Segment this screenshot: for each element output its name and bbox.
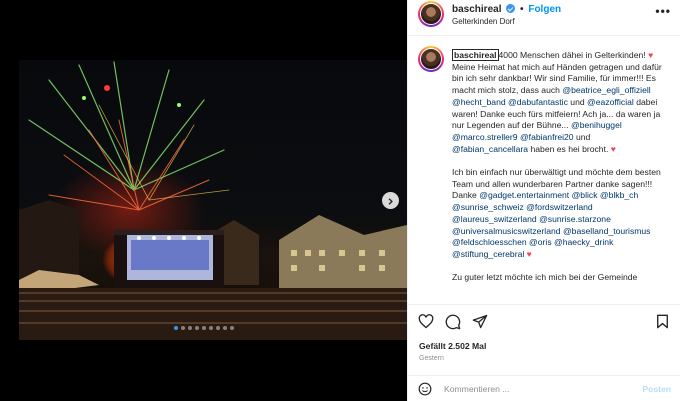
- caption-text: baschireal 4000 Menschen dähei in Gelterk…: [452, 49, 668, 284]
- mention-link[interactable]: @benihuggel: [571, 120, 622, 130]
- mention-link[interactable]: @fordswitzerland: [526, 202, 593, 212]
- next-slide-button[interactable]: [382, 192, 399, 209]
- mention-link[interactable]: @laureus_switzerland: [452, 214, 537, 224]
- mention-link[interactable]: @sunrise.starzone: [539, 214, 611, 224]
- username-link[interactable]: baschireal: [452, 4, 501, 15]
- mention-link[interactable]: @blick: [572, 190, 598, 200]
- mention-link[interactable]: @baselland_tourismus: [563, 226, 651, 236]
- heart-emoji: ♥: [526, 248, 532, 259]
- post-timestamp[interactable]: Gestern: [419, 355, 444, 362]
- share-icon[interactable]: [472, 314, 488, 334]
- comment-input[interactable]: [444, 382, 624, 396]
- chevron-right-icon: [387, 192, 394, 210]
- mention-link[interactable]: @haecky_drink: [554, 237, 613, 247]
- mention-link[interactable]: @fabian_cancellara: [452, 144, 528, 154]
- mention-link[interactable]: @marco.streller9: [452, 132, 518, 142]
- mention-link[interactable]: @fabianfrei20: [520, 132, 574, 142]
- carousel-dot: [180, 326, 185, 330]
- heart-emoji: ♥: [648, 50, 654, 60]
- mention-link[interactable]: @beatrice_egli_offiziell: [562, 85, 650, 95]
- mention-link[interactable]: @blkb_ch: [600, 190, 638, 200]
- heart-icon[interactable]: [418, 314, 434, 334]
- carousel-indicator: [0, 326, 407, 330]
- caption-username[interactable]: baschireal: [452, 49, 499, 61]
- header-username-row: baschireal • Folgen: [452, 4, 561, 15]
- carousel-dot: [194, 326, 199, 330]
- mention-link[interactable]: @dabufantastic: [508, 97, 568, 107]
- heart-emoji: ♥: [610, 143, 616, 154]
- mention-link[interactable]: @universalmusicswitzerland: [452, 226, 561, 236]
- caption-segment: und: [567, 96, 588, 107]
- avatar[interactable]: [418, 1, 444, 27]
- caption-segment: Zu guter letzt möchte ich mich bei der G…: [452, 272, 638, 283]
- mention-link[interactable]: @hecht_band: [452, 97, 506, 107]
- caption-avatar[interactable]: [418, 46, 444, 72]
- mention-link[interactable]: @eazofficial: [587, 97, 634, 107]
- comment-bar: Posten: [408, 375, 680, 401]
- carousel-dot: [215, 326, 220, 330]
- caption-segment: haben es hei brocht.: [528, 143, 611, 154]
- likes-count[interactable]: Gefällt 2.502 Mal: [419, 341, 486, 351]
- post-media: [0, 0, 407, 401]
- more-icon[interactable]: •••: [655, 4, 671, 18]
- mention-link[interactable]: @gadget.entertainment: [479, 190, 569, 200]
- carousel-dot: [187, 326, 192, 330]
- carousel-dot: [173, 326, 178, 330]
- post-caption: baschireal 4000 Menschen dähei in Gelterk…: [408, 42, 680, 304]
- mention-link[interactable]: @sunrise_schweiz: [452, 202, 524, 212]
- post-comment-button[interactable]: Posten: [642, 384, 671, 394]
- action-bar: [408, 304, 680, 339]
- carousel-dot: [201, 326, 206, 330]
- caption-segment: 4000 Menschen dähei in Gelterkinden!: [498, 50, 649, 60]
- caption-segment: und: [573, 131, 591, 142]
- post-details-panel: baschireal • Folgen Gelterkinden Dorf ••…: [407, 0, 680, 401]
- carousel-dot: [222, 326, 227, 330]
- carousel-dot: [208, 326, 213, 330]
- location-link[interactable]: Gelterkinden Dorf: [452, 17, 515, 26]
- mention-link[interactable]: @stiftung_cerebral: [452, 249, 524, 259]
- bookmark-icon[interactable]: [656, 314, 669, 334]
- carousel-dot: [229, 326, 234, 330]
- post-header: baschireal • Folgen Gelterkinden Dorf ••…: [408, 0, 680, 36]
- mention-link[interactable]: @oris: [529, 237, 552, 247]
- separator: •: [520, 4, 524, 15]
- mention-link[interactable]: @feldschloesschen: [452, 237, 527, 247]
- concert-photo: [19, 60, 407, 340]
- fireworks-illustration: [19, 61, 407, 340]
- verified-icon: [506, 4, 516, 13]
- follow-button[interactable]: Folgen: [528, 4, 561, 15]
- comment-icon[interactable]: [445, 314, 461, 335]
- emoji-icon[interactable]: [418, 382, 432, 401]
